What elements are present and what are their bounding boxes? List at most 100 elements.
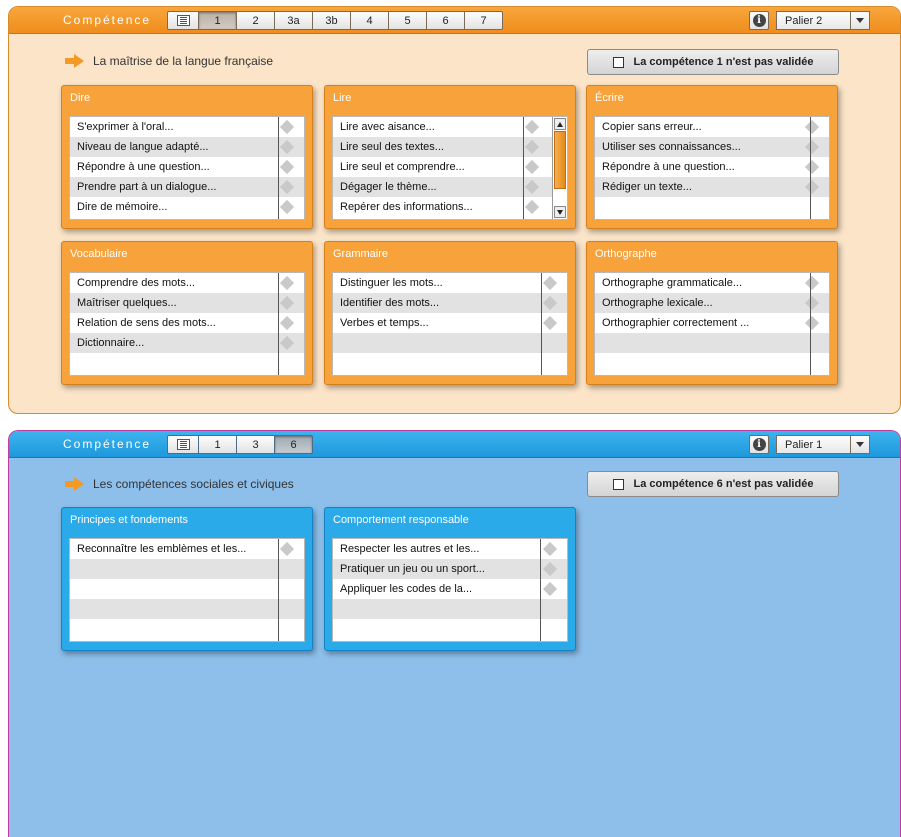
validate-checkbox[interactable]: [612, 478, 624, 490]
list-item[interactable]: Appliquer les codes de la...: [333, 579, 567, 599]
list-view-button[interactable]: [167, 11, 199, 30]
status-diamond-icon[interactable]: [542, 275, 558, 291]
tab-competence-5[interactable]: 5: [389, 11, 427, 30]
validate-competence-button[interactable]: La compétence 6 n'est pas validée: [587, 471, 839, 497]
status-diamond-icon[interactable]: [279, 179, 295, 195]
card-title: Écrire: [595, 92, 624, 104]
empty-row: [595, 333, 829, 353]
item-list: Lire avec aisance... Lire seul des textes…: [332, 116, 568, 220]
validate-competence-button[interactable]: La compétence 1 n'est pas validée: [587, 49, 839, 75]
status-diamond-icon[interactable]: [804, 295, 820, 311]
status-diamond-icon[interactable]: [804, 139, 820, 155]
list-item[interactable]: Dire de mémoire...: [70, 197, 304, 217]
list-item[interactable]: Respecter les autres et les...: [333, 539, 567, 559]
status-diamond-icon[interactable]: [279, 335, 295, 351]
list-item[interactable]: Repérer des informations...: [333, 197, 567, 217]
list-item[interactable]: Répondre à une question...: [595, 157, 829, 177]
list-item[interactable]: Relation de sens des mots...: [70, 313, 304, 333]
list-item[interactable]: Dictionnaire...: [70, 333, 304, 353]
list-item[interactable]: Lire avec aisance...: [333, 117, 567, 137]
info-button[interactable]: i: [749, 435, 769, 454]
tab-competence-3[interactable]: 3: [237, 435, 275, 454]
scroll-thumb[interactable]: [554, 131, 566, 189]
list-view-button[interactable]: [167, 435, 199, 454]
scroll-down-icon[interactable]: [554, 206, 566, 218]
list-item[interactable]: Répondre à une question...: [70, 157, 304, 177]
list-item[interactable]: Maîtriser quelques...: [70, 293, 304, 313]
status-diamond-icon[interactable]: [279, 119, 295, 135]
status-diamond-icon[interactable]: [542, 561, 558, 577]
tab-competence-2[interactable]: 2: [237, 11, 275, 30]
list-item[interactable]: Lire seul des textes...: [333, 137, 567, 157]
tab-competence-1[interactable]: 1: [199, 435, 237, 454]
info-button[interactable]: i: [749, 11, 769, 30]
item-list: Respecter les autres et les... Pratiquer …: [332, 538, 568, 642]
validate-checkbox[interactable]: [612, 56, 624, 68]
list-item[interactable]: S'exprimer à l'oral...: [70, 117, 304, 137]
status-diamond-icon[interactable]: [542, 295, 558, 311]
status-diamond-icon[interactable]: [279, 199, 295, 215]
tab-competence-3a[interactable]: 3a: [275, 11, 313, 30]
palier-value[interactable]: Palier 1: [776, 435, 851, 454]
status-diamond-icon[interactable]: [542, 315, 558, 331]
list-item[interactable]: Orthographe lexicale...: [595, 293, 829, 313]
item-label: Niveau de langue adapté...: [77, 141, 209, 153]
scrollbar[interactable]: [552, 117, 567, 219]
status-diamond-icon[interactable]: [279, 139, 295, 155]
palier-select[interactable]: Palier 1: [776, 435, 870, 454]
item-label: Repérer des informations...: [340, 201, 473, 213]
item-list: Orthographe grammaticale... Orthographe l…: [594, 272, 830, 376]
tab-competence-6[interactable]: 6: [275, 435, 313, 454]
competence-card: Écrire Copier sans erreur... Utiliser ses …: [586, 85, 838, 229]
list-item[interactable]: Utiliser ses connaissances...: [595, 137, 829, 157]
status-diamond-icon[interactable]: [804, 119, 820, 135]
status-diamond-icon[interactable]: [542, 541, 558, 557]
palier-value[interactable]: Palier 2: [776, 11, 851, 30]
item-label: Lire seul et comprendre...: [340, 161, 465, 173]
list-item[interactable]: Verbes et temps...: [333, 313, 567, 333]
list-item[interactable]: Reconnaître les emblèmes et les...: [70, 539, 304, 559]
status-diamond-icon[interactable]: [279, 541, 295, 557]
list-item[interactable]: Niveau de langue adapté...: [70, 137, 304, 157]
status-diamond-icon[interactable]: [279, 315, 295, 331]
validate-label: La compétence 6 n'est pas validée: [633, 478, 814, 490]
status-diamond-icon[interactable]: [804, 159, 820, 175]
tab-competence-7[interactable]: 7: [465, 11, 503, 30]
list-item[interactable]: Pratiquer un jeu ou un sport...: [333, 559, 567, 579]
status-diamond-icon[interactable]: [542, 581, 558, 597]
list-item[interactable]: Dégager le thème...: [333, 177, 567, 197]
status-diamond-icon[interactable]: [804, 275, 820, 291]
status-diamond-icon[interactable]: [279, 159, 295, 175]
list-item[interactable]: Identifier des mots...: [333, 293, 567, 313]
column-separator: [278, 117, 279, 219]
palier-select[interactable]: Palier 2: [776, 11, 870, 30]
chevron-down-icon[interactable]: [851, 435, 870, 454]
competence-toolbar: Compétence 1 2 3a 3b 4 5 6 7 i Palier 2: [9, 7, 900, 34]
info-icon: i: [752, 14, 766, 27]
tab-competence-6[interactable]: 6: [427, 11, 465, 30]
list-item[interactable]: Orthographe grammaticale...: [595, 273, 829, 293]
arrow-right-icon: [65, 54, 85, 68]
list-item[interactable]: Comprendre des mots...: [70, 273, 304, 293]
status-diamond-icon[interactable]: [804, 315, 820, 331]
list-item[interactable]: Copier sans erreur...: [595, 117, 829, 137]
status-diamond-icon[interactable]: [279, 295, 295, 311]
scroll-up-icon[interactable]: [554, 118, 566, 130]
tab-competence-4[interactable]: 4: [351, 11, 389, 30]
empty-row: [70, 353, 304, 373]
competence-tabs: 136: [167, 435, 313, 454]
list-item[interactable]: Rédiger un texte...: [595, 177, 829, 197]
list-item[interactable]: Distinguer les mots...: [333, 273, 567, 293]
list-item[interactable]: Lire seul et comprendre...: [333, 157, 567, 177]
status-diamond-icon[interactable]: [279, 275, 295, 291]
list-item[interactable]: Prendre part à un dialogue...: [70, 177, 304, 197]
column-separator: [810, 273, 811, 375]
list-item[interactable]: Orthographier correctement ...: [595, 313, 829, 333]
info-icon: i: [752, 438, 766, 451]
tab-competence-3b[interactable]: 3b: [313, 11, 351, 30]
chevron-down-icon[interactable]: [851, 11, 870, 30]
empty-row: [70, 619, 304, 639]
tab-competence-1[interactable]: 1: [199, 11, 237, 30]
status-diamond-icon[interactable]: [804, 179, 820, 195]
list-view-icon: [176, 15, 190, 26]
